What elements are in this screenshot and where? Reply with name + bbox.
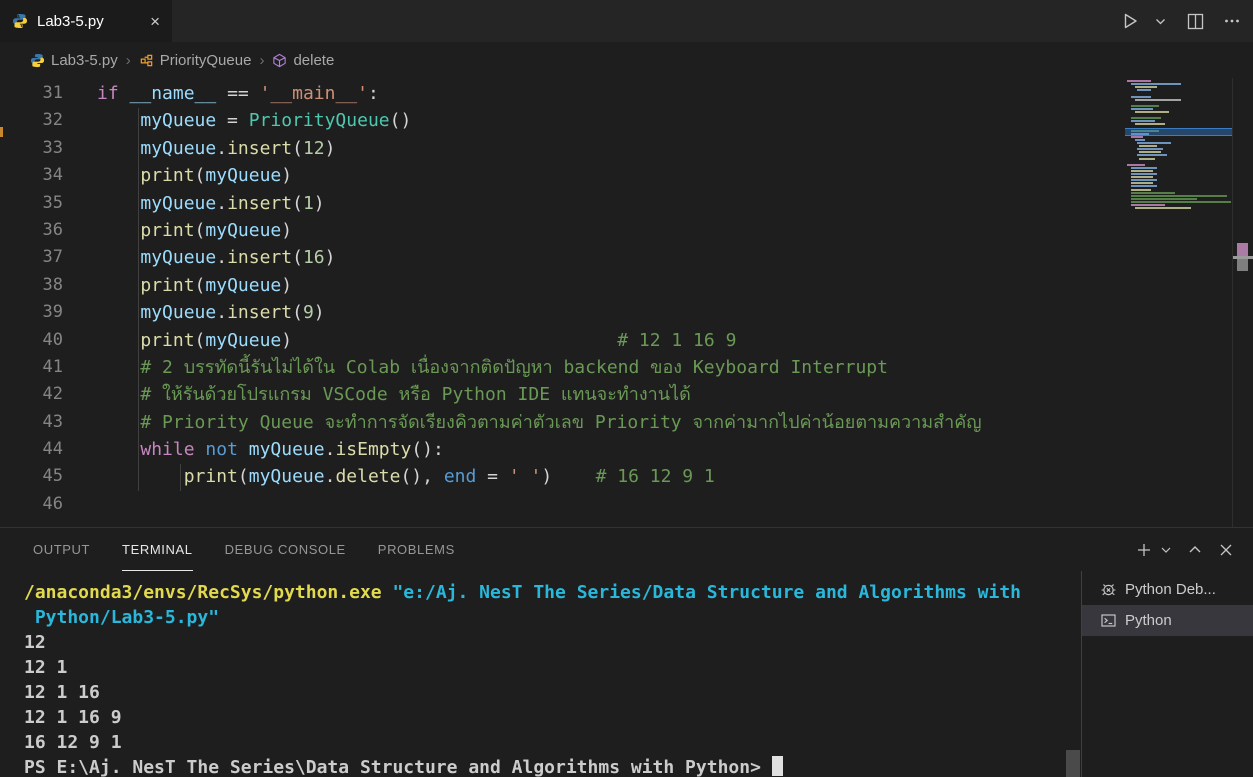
line-number: 31 xyxy=(0,80,63,107)
debug-bug-icon xyxy=(1100,581,1117,598)
terminal-line: /anaconda3/envs/RecSys/python.exe "e:/Aj… xyxy=(24,580,1069,605)
code-line[interactable]: 39 myQueue.insert(9) xyxy=(0,299,1253,326)
code-line[interactable]: 46 xyxy=(0,491,1253,518)
terminal-item-python[interactable]: Python xyxy=(1082,605,1253,636)
terminal-line: PS E:\Aj. NesT The Series\Data Structure… xyxy=(24,755,1069,777)
code-line[interactable]: 33 myQueue.insert(12) xyxy=(0,135,1253,162)
line-number: 46 xyxy=(0,491,63,518)
code-line[interactable]: 31if __name__ == '__main__': xyxy=(0,80,1253,107)
line-number: 41 xyxy=(0,354,63,381)
terminal-scrollbar[interactable] xyxy=(1066,750,1080,777)
line-number: 33 xyxy=(0,135,63,162)
maximize-panel-button[interactable] xyxy=(1188,543,1202,557)
more-actions-button[interactable] xyxy=(1223,12,1241,30)
terminal-dropdown-chevron-icon[interactable] xyxy=(1161,545,1171,555)
breadcrumb-separator: › xyxy=(126,52,131,69)
line-number: 43 xyxy=(0,409,63,436)
indent-guide xyxy=(138,108,139,491)
tab-debug-console[interactable]: DEBUG CONSOLE xyxy=(225,528,346,571)
line-number: 34 xyxy=(0,162,63,189)
code-editor[interactable]: 31if __name__ == '__main__':32 myQueue =… xyxy=(0,78,1253,527)
breadcrumb-separator: › xyxy=(259,52,264,69)
line-number: 38 xyxy=(0,272,63,299)
code-line[interactable]: 36 print(myQueue) xyxy=(0,217,1253,244)
line-number: 40 xyxy=(0,327,63,354)
tab-output[interactable]: OUTPUT xyxy=(33,528,90,571)
breadcrumb: Lab3-5.py › PriorityQueue › delete xyxy=(0,42,1253,78)
breadcrumb-file[interactable]: Lab3-5.py xyxy=(30,52,118,69)
line-number: 45 xyxy=(0,463,63,490)
terminal-line: 16 12 9 1 xyxy=(24,730,1069,755)
panel-actions xyxy=(1136,528,1233,571)
line-number: 44 xyxy=(0,436,63,463)
line-number: 42 xyxy=(0,381,63,408)
terminal-line: 12 1 xyxy=(24,655,1069,680)
code-line[interactable]: 32 myQueue = PriorityQueue() xyxy=(0,107,1253,134)
line-number: 36 xyxy=(0,217,63,244)
tab-title: Lab3-5.py xyxy=(37,13,104,30)
close-panel-button[interactable] xyxy=(1219,543,1233,557)
minimap[interactable] xyxy=(1125,78,1233,318)
line-number: 35 xyxy=(0,190,63,217)
code-line[interactable]: 42 # ให้รันด้วยโปรแกรม VSCode หรือ Pytho… xyxy=(0,381,1253,408)
terminal-line: 12 1 16 9 xyxy=(24,705,1069,730)
class-icon xyxy=(139,53,154,68)
new-terminal-button[interactable] xyxy=(1136,542,1152,558)
breadcrumb-method[interactable]: delete xyxy=(272,52,334,69)
editor-tab-bar: Lab3-5.py × xyxy=(0,0,1253,42)
tab-close-button[interactable]: × xyxy=(150,13,160,30)
terminal-list: Python Deb... Python xyxy=(1081,571,1253,777)
code-lines: 31if __name__ == '__main__':32 myQueue =… xyxy=(0,80,1253,518)
split-editor-button[interactable] xyxy=(1187,13,1204,30)
method-cube-icon xyxy=(272,53,287,68)
tab-lab3-5[interactable]: Lab3-5.py × xyxy=(0,0,172,42)
terminal-line: 12 xyxy=(24,630,1069,655)
line-number: 37 xyxy=(0,244,63,271)
code-line[interactable]: 41 # 2 บรรทัดนี้รันไม่ได้ใน Colab เนื่อง… xyxy=(0,354,1253,381)
code-line[interactable]: 43 # Priority Queue จะทำการจัดเรียงคิวตา… xyxy=(0,409,1253,436)
indent-guide xyxy=(180,464,181,491)
run-dropdown-chevron-icon[interactable] xyxy=(1155,16,1166,27)
gutter-decoration xyxy=(0,127,3,137)
editor-actions xyxy=(1120,0,1241,42)
breadcrumb-class[interactable]: PriorityQueue xyxy=(139,52,252,69)
vscode-window: Lab3-5.py × xyxy=(0,0,1253,777)
code-line[interactable]: 34 print(myQueue) xyxy=(0,162,1253,189)
terminal-line: 12 1 16 xyxy=(24,680,1069,705)
line-number: 39 xyxy=(0,299,63,326)
terminal-item-python-debug[interactable]: Python Deb... xyxy=(1082,574,1253,605)
tab-problems[interactable]: PROBLEMS xyxy=(378,528,455,571)
terminal-line: Python/Lab3-5.py" xyxy=(24,605,1069,630)
line-number: 32 xyxy=(0,107,63,134)
tab-terminal[interactable]: TERMINAL xyxy=(122,528,193,571)
minimap-highlight-band xyxy=(1125,128,1233,136)
code-line[interactable]: 35 myQueue.insert(1) xyxy=(0,190,1253,217)
python-icon xyxy=(12,13,28,29)
panel-tabs: OUTPUT TERMINAL DEBUG CONSOLE PROBLEMS xyxy=(0,528,455,571)
overview-ruler-marker xyxy=(1237,243,1248,256)
run-button[interactable] xyxy=(1120,11,1140,31)
scrollbar-thumb[interactable] xyxy=(1237,259,1248,271)
code-line[interactable]: 38 print(myQueue) xyxy=(0,272,1253,299)
code-line[interactable]: 44 while not myQueue.isEmpty(): xyxy=(0,436,1253,463)
terminal-cursor xyxy=(772,756,783,776)
code-line[interactable]: 37 myQueue.insert(16) xyxy=(0,244,1253,271)
terminal-output[interactable]: /anaconda3/envs/RecSys/python.exe "e:/Aj… xyxy=(24,580,1069,777)
code-line[interactable]: 40 print(myQueue) # 12 1 16 9 xyxy=(0,327,1253,354)
editor-scrollbar[interactable] xyxy=(1232,78,1253,527)
python-icon xyxy=(30,53,45,68)
bottom-panel: OUTPUT TERMINAL DEBUG CONSOLE PROBLEMS /… xyxy=(0,527,1253,777)
code-line[interactable]: 45 print(myQueue.delete(), end = ' ') # … xyxy=(0,463,1253,490)
terminal-shell-icon xyxy=(1100,612,1117,629)
